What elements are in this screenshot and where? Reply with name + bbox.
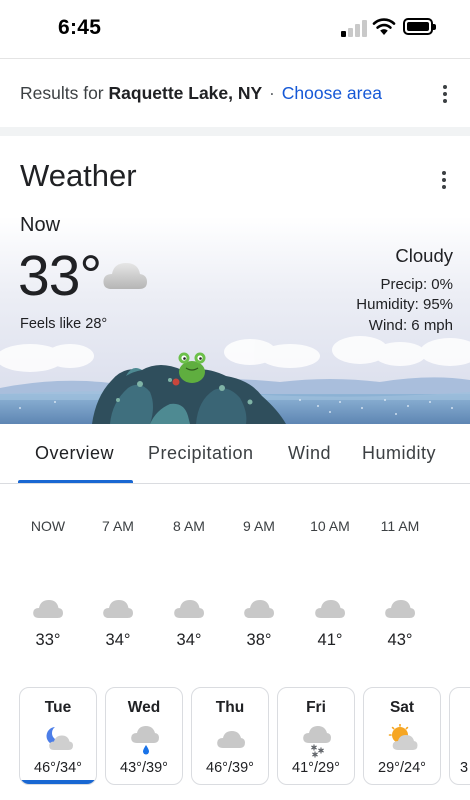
battery-icon [403, 18, 436, 35]
day-card-wed[interactable]: Wed 43°/39° [105, 687, 183, 785]
hour-temperature: 41° [317, 631, 343, 649]
tab-wind[interactable]: Wind [288, 443, 331, 464]
day-temperatures: 46°/39° [206, 760, 254, 776]
hour-temperature: 33° [35, 631, 61, 649]
results-location: Raquette Lake, NY [108, 83, 263, 103]
hour-label: 10 AM [310, 518, 350, 534]
humidity-value: Humidity: 95% [356, 296, 453, 313]
results-separator: · [269, 83, 275, 103]
results-for-bar: Results for Raquette Lake, NY · Choose a… [20, 83, 382, 104]
day-temperatures: 41°/29° [292, 760, 340, 776]
cloud-icon [217, 731, 245, 748]
feels-like: Feels like 28° [20, 316, 108, 332]
hour-label: NOW [30, 518, 66, 534]
day-temperatures: 43°/39° [120, 760, 168, 776]
tab-overview[interactable]: Overview [35, 443, 114, 464]
wind-value: Wind: 6 mph [368, 317, 453, 334]
day-temperatures: 3 [460, 760, 469, 776]
day-card-fri[interactable]: Fri 41°/29° [277, 687, 355, 785]
tab-humidity[interactable]: Humidity [362, 443, 436, 464]
status-time: 6:45 [58, 16, 102, 39]
now-label: Now [20, 214, 61, 236]
cellular-signal-icon [341, 19, 367, 37]
condition-text: Cloudy [395, 245, 453, 266]
day-card-thu[interactable]: Thu 46°/39° [191, 687, 269, 785]
day-name: Fri [306, 699, 326, 716]
cloud-icon [174, 600, 204, 618]
cloud-icon [315, 600, 345, 618]
card-more-options-icon[interactable] [434, 168, 454, 192]
hour-temperature: 34° [176, 631, 202, 649]
day-card-sat[interactable]: Sat 29°/24° [363, 687, 441, 785]
hour-temperature: 43° [387, 631, 413, 649]
rain-cloud-icon [131, 726, 159, 755]
hour-label: 9 AM [243, 518, 275, 534]
weather-tabs: Overview Precipitation Wind Humidity [0, 424, 470, 484]
wifi-icon [372, 18, 396, 35]
cloud-icon [33, 600, 63, 618]
hour-label: 8 AM [173, 518, 205, 534]
hour-temperature: 38° [246, 631, 272, 649]
moon-cloud-icon [46, 727, 73, 750]
card-title: Weather [20, 158, 137, 193]
day-card-partial[interactable]: 3 [449, 687, 470, 785]
status-bar: 6:45 [0, 0, 470, 58]
cloud-icon [103, 600, 133, 618]
snow-cloud-icon [303, 726, 331, 758]
day-name: Thu [215, 699, 245, 716]
tab-precipitation[interactable]: Precipitation [148, 443, 254, 464]
sun-cloud-icon [388, 724, 418, 750]
hour-label: 7 AM [102, 518, 134, 534]
precipitation-value: Precip: 0% [380, 276, 453, 293]
cloud-icon [103, 263, 147, 289]
tabs-divider [0, 483, 470, 484]
day-name: Tue [44, 699, 72, 716]
cloud-icon [244, 600, 274, 618]
day-name: Wed [127, 699, 161, 716]
cloud-icon [385, 600, 415, 618]
day-temperatures: 46°/34° [34, 760, 82, 776]
current-temperature: 33° [18, 244, 102, 308]
day-temperatures: 29°/24° [378, 760, 426, 776]
day-card-tue[interactable]: Tue 46°/34° [19, 687, 97, 785]
day-name: Sat [389, 699, 415, 716]
hour-temperature: 34° [105, 631, 131, 649]
weather-illustration [0, 336, 470, 424]
choose-area-link[interactable]: Choose area [282, 83, 382, 103]
results-more-options-icon[interactable] [435, 82, 455, 106]
divider [0, 58, 470, 59]
results-prefix: Results for [20, 83, 104, 103]
section-gap [0, 127, 470, 136]
hour-label: 11 AM [380, 518, 420, 534]
